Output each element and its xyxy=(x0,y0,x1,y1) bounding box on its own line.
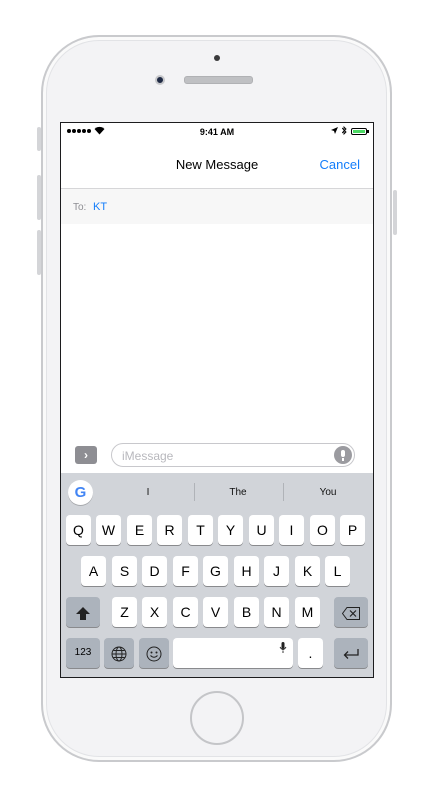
navigation-bar: New Message Cancel xyxy=(61,141,373,189)
location-icon xyxy=(331,127,338,136)
earpiece-speaker xyxy=(184,76,253,84)
volume-up-button xyxy=(37,175,41,220)
recipient-token[interactable]: KT xyxy=(93,201,107,213)
key-a[interactable]: A xyxy=(81,556,106,586)
key-d[interactable]: D xyxy=(142,556,167,586)
volume-down-button xyxy=(37,230,41,275)
space-key[interactable] xyxy=(173,638,293,668)
key-o[interactable]: O xyxy=(310,515,335,545)
key-b[interactable]: B xyxy=(234,597,259,627)
globe-icon[interactable] xyxy=(104,638,134,668)
proximity-sensor xyxy=(214,55,220,61)
key-n[interactable]: N xyxy=(264,597,289,627)
shift-arrow-icon[interactable] xyxy=(66,597,100,627)
key-v[interactable]: V xyxy=(203,597,228,627)
microphone-icon xyxy=(279,642,287,653)
key-e[interactable]: E xyxy=(127,515,152,545)
key-t[interactable]: T xyxy=(188,515,213,545)
home-button[interactable] xyxy=(190,691,244,745)
key-u[interactable]: U xyxy=(249,515,274,545)
key-x[interactable]: X xyxy=(142,597,167,627)
front-camera xyxy=(155,75,165,85)
battery-icon xyxy=(351,128,369,135)
key-f[interactable]: F xyxy=(173,556,198,586)
key-h[interactable]: H xyxy=(234,556,259,586)
backspace-icon[interactable] xyxy=(334,597,368,627)
cancel-button[interactable]: Cancel xyxy=(320,157,360,172)
key-p[interactable]: P xyxy=(340,515,365,545)
key-q[interactable]: Q xyxy=(66,515,91,545)
google-g-icon[interactable]: G xyxy=(68,480,93,505)
status-bar: 9:41 AM xyxy=(61,123,373,141)
key-k[interactable]: K xyxy=(295,556,320,586)
chevron-right-icon[interactable]: › xyxy=(75,446,97,464)
key-s[interactable]: S xyxy=(112,556,137,586)
emoji-icon[interactable] xyxy=(139,638,169,668)
message-input[interactable]: iMessage xyxy=(111,443,355,467)
suggestion-1[interactable]: I xyxy=(118,487,178,498)
bluetooth-icon xyxy=(341,125,347,137)
numbers-key[interactable]: 123 xyxy=(66,638,100,668)
period-key[interactable]: . xyxy=(298,638,323,668)
recipient-field[interactable]: To: KT xyxy=(61,189,373,224)
suggestion-2[interactable]: The xyxy=(208,487,268,498)
key-m[interactable]: M xyxy=(295,597,320,627)
key-z[interactable]: Z xyxy=(112,597,137,627)
return-arrow-icon[interactable] xyxy=(334,638,368,668)
message-placeholder: iMessage xyxy=(122,449,174,463)
key-l[interactable]: L xyxy=(325,556,350,586)
suggestion-divider xyxy=(194,483,195,501)
suggestion-3[interactable]: You xyxy=(298,487,358,498)
key-y[interactable]: Y xyxy=(218,515,243,545)
compose-bar: › iMessage xyxy=(61,437,373,473)
key-r[interactable]: R xyxy=(157,515,182,545)
status-time: 9:41 AM xyxy=(199,127,235,137)
key-c[interactable]: C xyxy=(173,597,198,627)
key-g[interactable]: G xyxy=(203,556,228,586)
screen: 9:41 AM New Message Cancel To: KT › iMes… xyxy=(60,122,374,678)
key-j[interactable]: J xyxy=(264,556,289,586)
suggestion-divider xyxy=(283,483,284,501)
power-button xyxy=(393,190,397,235)
key-w[interactable]: W xyxy=(96,515,121,545)
microphone-icon[interactable] xyxy=(334,446,352,464)
keyboard: G I The You Q W E R T Y U I O P A S D F … xyxy=(61,473,373,677)
recipient-label: To: xyxy=(73,202,87,213)
suggestion-bar: G I The You xyxy=(61,473,373,511)
mute-switch xyxy=(37,127,41,151)
key-i[interactable]: I xyxy=(279,515,304,545)
